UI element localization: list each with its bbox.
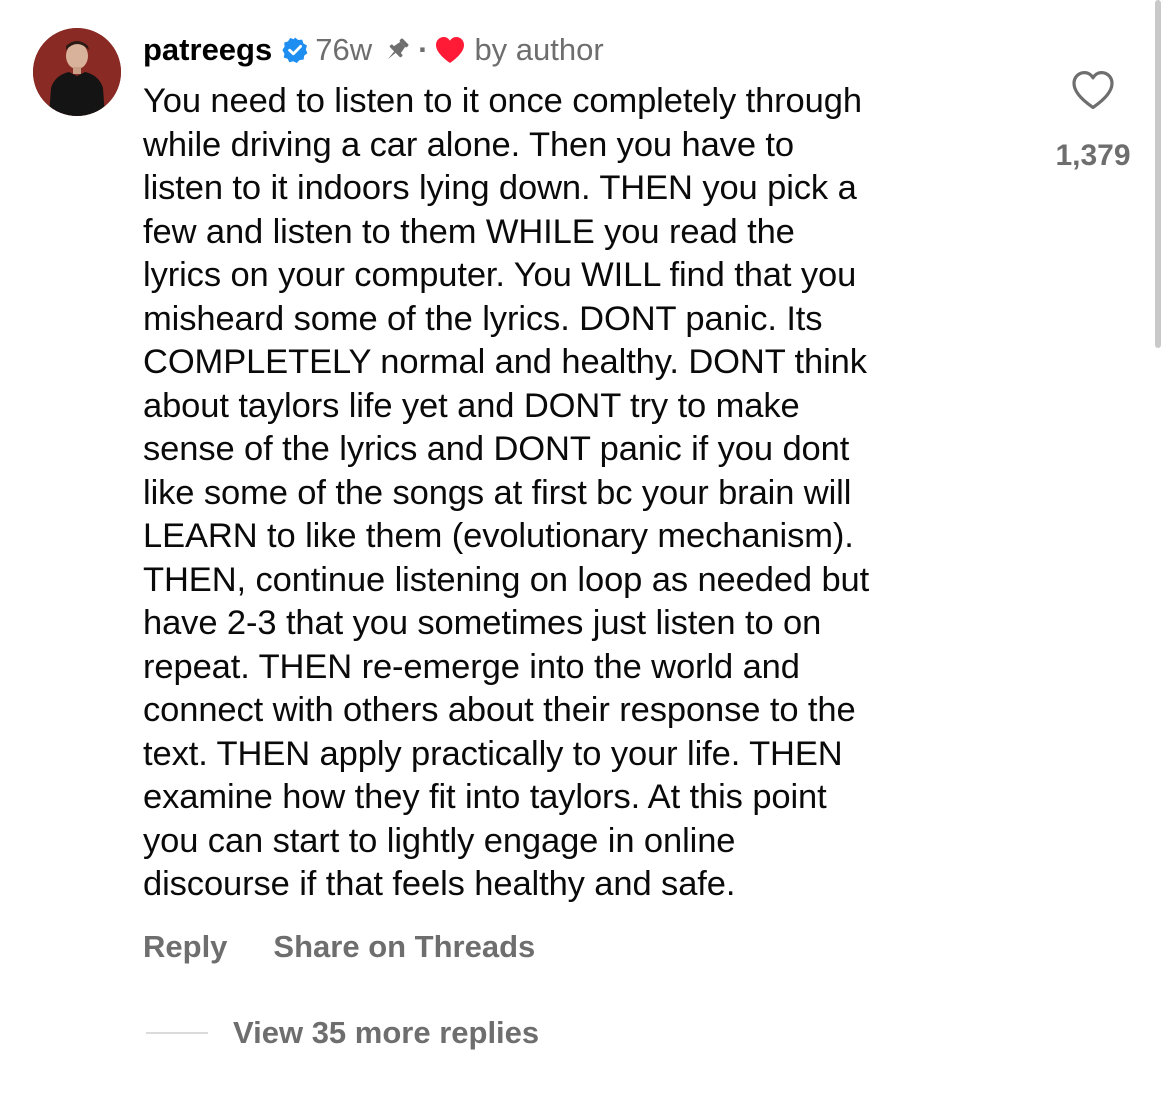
comment-text-line: about taylors life yet and DONT try to m…	[143, 386, 800, 425]
comment-text-line: THEN, continue listening on loop as need…	[143, 560, 870, 599]
avatar[interactable]	[33, 28, 121, 116]
comment-text-line: LEARN to like them (evolutionary mechani…	[143, 517, 854, 555]
comment-text-line: discourse if that feels healthy and safe…	[143, 865, 736, 903]
comment-text: You need to listen to it once completely…	[143, 80, 1023, 907]
comment-text-line: examine how they fit into taylors. At th…	[143, 778, 827, 816]
comment-text-line: COMPLETELY normal and healthy. DONT thin…	[143, 343, 867, 381]
comment-text-line: repeat. THEN re-emerge into the world an…	[143, 647, 800, 686]
username[interactable]: patreegs	[143, 30, 272, 70]
share-on-threads-button[interactable]: Share on Threads	[273, 929, 535, 965]
comment-actions: Reply Share on Threads	[143, 926, 535, 968]
comment-text-line: text. THEN apply practically to your lif…	[143, 734, 843, 773]
like-button[interactable]	[1070, 68, 1116, 112]
view-replies-button[interactable]: View 35 more replies	[146, 1012, 539, 1054]
reply-button[interactable]: Reply	[143, 929, 227, 965]
comment-text-line: listen to it indoors lying down. THEN yo…	[143, 169, 857, 207]
comment-text-line: like some of the songs at first bc your …	[143, 473, 852, 512]
by-author-label: by author	[474, 32, 604, 67]
comment-text-line: lyrics on your computer. You WILL find t…	[143, 256, 857, 294]
comment-text-line: You need to listen to it once completely…	[143, 82, 862, 120]
comment-text-line: have 2-3 that you sometimes just listen …	[143, 604, 822, 642]
comment-text-line: misheard some of the lyrics. DONT panic.…	[143, 299, 823, 338]
comment-header: patreegs 76w · by author	[143, 30, 604, 70]
heart-outline-icon	[1072, 71, 1114, 110]
comment-time: 76w	[315, 32, 373, 67]
comment-text-line: few and listen to them WHILE you read th…	[143, 212, 795, 251]
avatar-image	[33, 28, 121, 116]
view-replies-label: View 35 more replies	[233, 1015, 540, 1050]
separator-dot: ·	[418, 32, 429, 67]
replies-divider	[146, 1032, 208, 1034]
comment-text-line: sense of the lyrics and DONT panic if yo…	[143, 430, 850, 468]
comment-text-line: while driving a car alone. Then you have…	[143, 125, 794, 164]
heart-filled-icon	[434, 35, 466, 65]
pin-icon	[382, 35, 412, 65]
comment-text-line: connect with others about their response…	[143, 691, 856, 729]
scrollbar[interactable]	[1155, 0, 1161, 348]
verified-badge-icon	[281, 36, 309, 64]
like-count: 1,379	[1055, 139, 1131, 172]
comment-text-line: you can start to lightly engage in onlin…	[143, 821, 736, 860]
